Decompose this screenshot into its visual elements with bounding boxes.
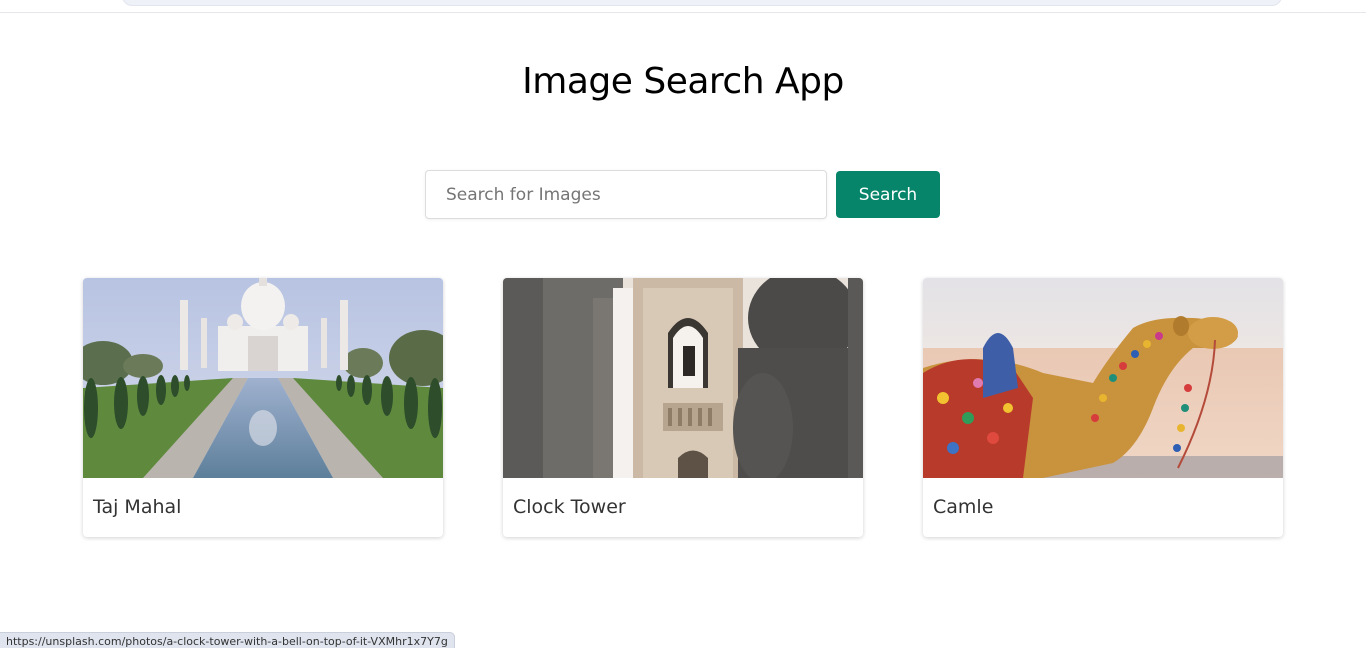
result-caption[interactable]: Clock Tower [513,496,626,518]
result-caption[interactable]: Taj Mahal [93,496,181,518]
result-card: Camle [923,278,1283,537]
search-button[interactable]: Search [836,171,940,218]
result-card: Taj Mahal [83,278,443,537]
browser-top-edge [0,0,1366,13]
search-input[interactable] [425,170,827,219]
search-results: Taj Mahal Clock Tower Camle [83,278,1283,538]
search-form: Search [425,170,940,219]
result-image-link[interactable] [503,278,863,478]
taj-mahal-photo [83,278,443,478]
page-title: Image Search App [522,61,844,102]
result-card: Clock Tower [503,278,863,537]
browser-address-bar-edge [122,0,1282,6]
result-caption[interactable]: Camle [933,496,993,518]
link-status-bar: https://unsplash.com/photos/a-clock-towe… [0,632,455,648]
camel-photo [923,278,1283,478]
result-image-link[interactable] [83,278,443,478]
clock-tower-photo [503,278,863,478]
result-image-link[interactable] [923,278,1283,478]
